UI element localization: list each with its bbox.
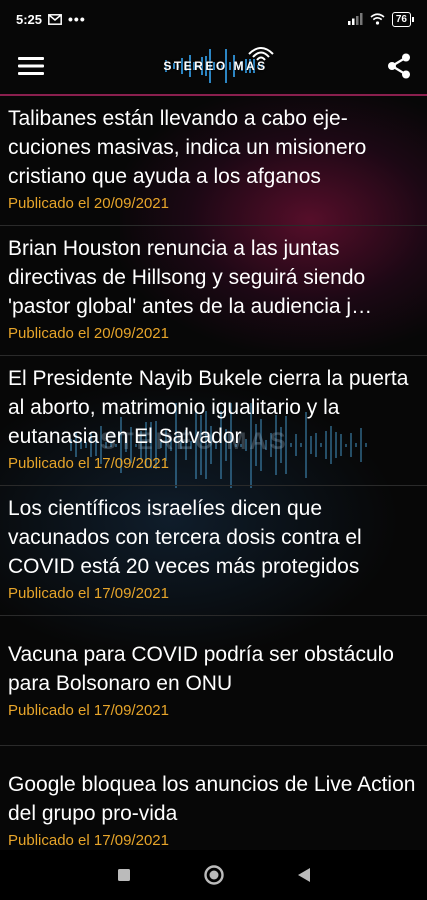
news-title: Google bloquea los anuncios de Live Acti…: [8, 773, 416, 825]
logo-text: STEREO MAS: [163, 59, 268, 73]
news-date: Publicado el 17/09/2021: [8, 702, 169, 719]
status-bar: 5:25 ••• 76: [0, 0, 427, 38]
app-bar-divider: [0, 94, 427, 96]
status-time: 5:25: [16, 11, 43, 27]
news-title: El Presidente Nayib Bukele cierra la pue…: [8, 367, 409, 448]
signal-icon: [347, 13, 363, 25]
news-title: Talibanes están llevando a cabo eje-cuci…: [8, 107, 367, 188]
news-item[interactable]: El Presidente Nayib Bukele cierra la pue…: [0, 356, 427, 486]
news-list[interactable]: Talibanes están llevando a cabo eje-cuci…: [0, 96, 427, 850]
status-right: 76: [347, 11, 415, 27]
more-notifications-icon: •••: [68, 11, 86, 27]
news-date: Publicado el 20/09/2021: [8, 195, 169, 212]
battery-indicator: 76: [391, 11, 415, 27]
news-date: Publicado el 20/09/2021: [8, 325, 169, 342]
news-title: Brian Houston renuncia a las juntas dire…: [8, 237, 373, 318]
news-title: Los científicos israelíes dicen que vacu…: [8, 497, 362, 578]
news-item[interactable]: Brian Houston renuncia a las juntas dire…: [0, 226, 427, 356]
news-item[interactable]: Los científicos israelíes dicen que vacu…: [0, 486, 427, 616]
news-title: Vacuna para COVID podría ser obstáculo p…: [8, 643, 394, 695]
square-icon[interactable]: [117, 868, 131, 882]
system-navigation-bar: [0, 850, 427, 900]
news-item[interactable]: Google bloquea los anuncios de Live Acti…: [0, 746, 427, 850]
news-date: Publicado el 17/09/2021: [8, 832, 169, 849]
mail-notification-icon: [48, 13, 62, 25]
wifi-icon: [370, 13, 385, 25]
news-date: Publicado el 17/09/2021: [8, 455, 169, 472]
circle-icon[interactable]: [203, 864, 225, 886]
share-icon[interactable]: [387, 53, 411, 79]
hamburger-menu-icon[interactable]: [18, 56, 44, 76]
status-left: 5:25 •••: [16, 11, 86, 27]
news-item[interactable]: Talibanes están llevando a cabo eje-cuci…: [0, 96, 427, 226]
news-date: Publicado el 17/09/2021: [8, 585, 169, 602]
app-bar: STEREO MAS: [0, 38, 427, 94]
app-logo: STEREO MAS: [151, 42, 281, 90]
triangle-back-icon[interactable]: [297, 867, 311, 883]
news-item[interactable]: Vacuna para COVID podría ser obstáculo p…: [0, 616, 427, 746]
